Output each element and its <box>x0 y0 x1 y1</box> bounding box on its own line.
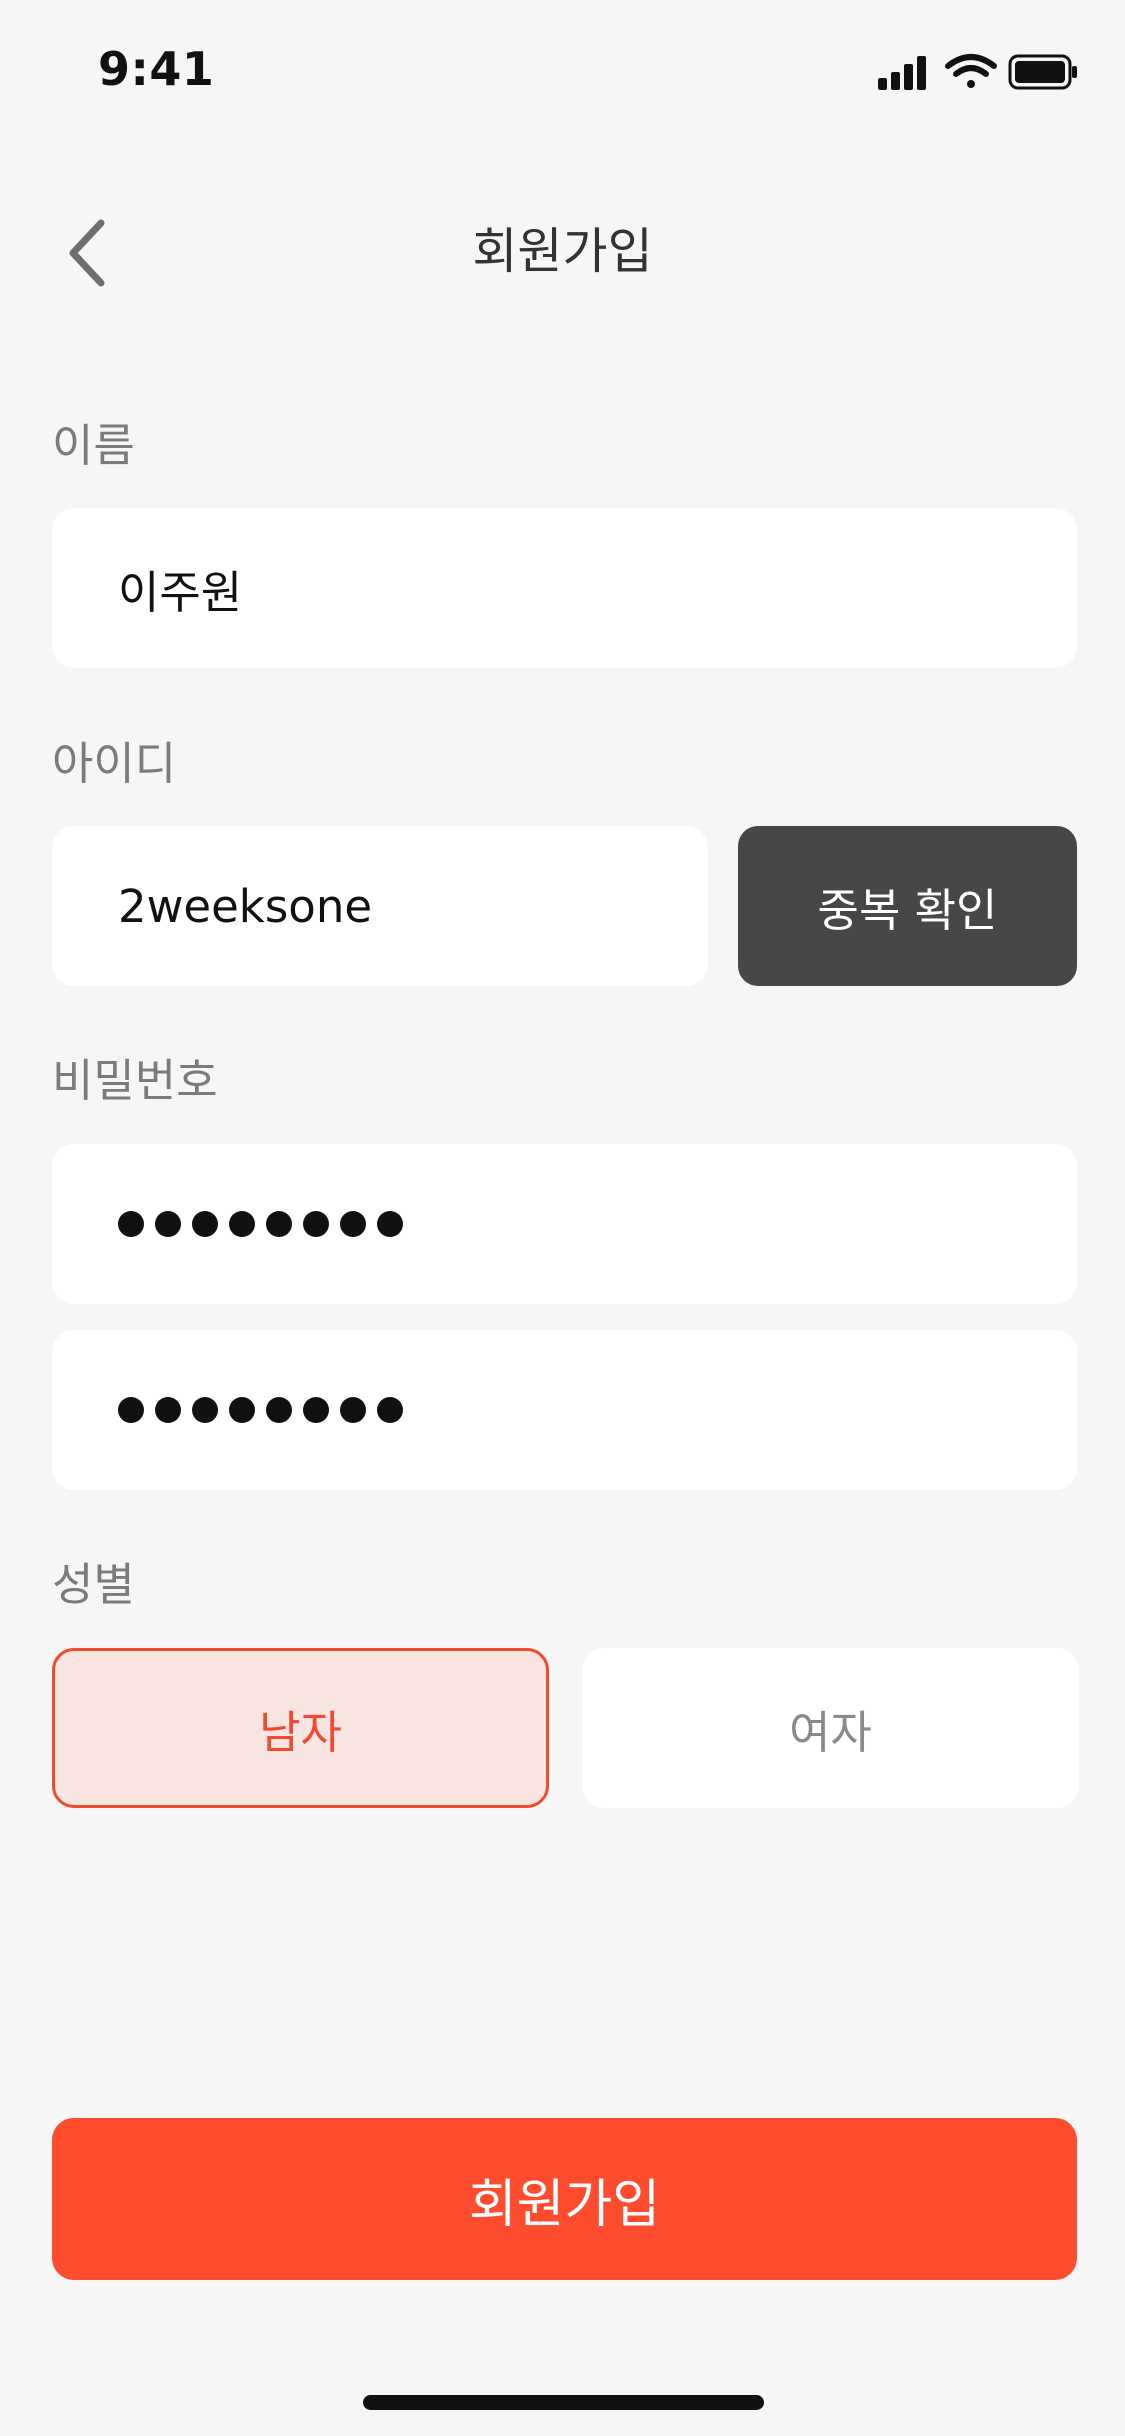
password-mask-dot <box>118 1211 144 1237</box>
gender-option-female[interactable]: 여자 <box>582 1648 1079 1808</box>
password-mask-dot <box>192 1211 218 1237</box>
duplicate-check-button[interactable]: 중복 확인 <box>738 826 1077 986</box>
page-title: 회원가입 <box>472 223 653 280</box>
name-label: 이름 <box>52 419 135 472</box>
password-mask-dot <box>266 1211 292 1237</box>
name-input[interactable]: 이주원 <box>52 508 1077 668</box>
password-confirm-input[interactable] <box>52 1330 1077 1490</box>
gender-label: 성별 <box>52 1558 135 1611</box>
password-input[interactable] <box>52 1144 1077 1304</box>
password-mask-dot <box>155 1397 181 1423</box>
password-mask-dot <box>377 1397 403 1423</box>
cellular-signal-icon <box>878 56 926 90</box>
duplicate-check-label: 중복 확인 <box>817 883 998 937</box>
signup-submit-button[interactable]: 회원가입 <box>52 2118 1077 2280</box>
wifi-icon <box>945 54 997 88</box>
battery-icon <box>1008 54 1077 90</box>
password-mask <box>118 1211 403 1237</box>
signup-submit-label: 회원가입 <box>468 2174 661 2235</box>
password-mask-dot <box>340 1397 366 1423</box>
password-mask-dot <box>192 1397 218 1423</box>
user-id-label: 아이디 <box>52 737 177 790</box>
password-mask-dot <box>155 1211 181 1237</box>
name-input-value: 이주원 <box>118 565 243 619</box>
status-icons <box>878 52 1078 92</box>
password-mask-dot <box>229 1397 255 1423</box>
password-label: 비밀번호 <box>52 1054 218 1107</box>
gender-option-male-label: 남자 <box>259 1705 342 1759</box>
user-id-input[interactable]: 2weeksone <box>52 826 708 986</box>
password-mask-dot <box>303 1397 329 1423</box>
signup-screen: 9:41 회원가입 이름 이주원 아이디 2weeksone 중복 확인 비밀번… <box>0 0 1125 2436</box>
home-indicator <box>363 2395 764 2410</box>
password-mask-dot <box>303 1211 329 1237</box>
password-mask-dot <box>340 1211 366 1237</box>
password-mask-dot <box>377 1211 403 1237</box>
password-mask-dot <box>266 1397 292 1423</box>
gender-option-male[interactable]: 남자 <box>52 1648 549 1808</box>
user-id-input-value: 2weeksone <box>118 879 373 933</box>
password-mask-dot <box>118 1397 144 1423</box>
gender-option-female-label: 여자 <box>789 1705 872 1759</box>
password-confirm-mask <box>118 1397 403 1423</box>
status-time: 9:41 <box>98 42 215 96</box>
password-mask-dot <box>229 1211 255 1237</box>
